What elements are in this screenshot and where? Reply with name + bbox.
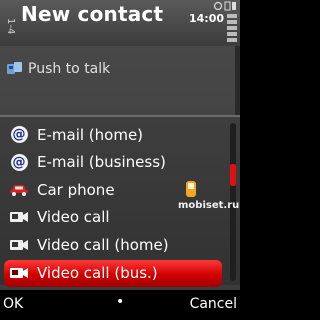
list-item-label: Video call (bus.) [37,264,158,283]
list-item-label: E-mail (home) [37,125,144,144]
video-call-icon [10,268,28,279]
list-item-label: Video call (home) [37,235,169,254]
list-item-video-call-business[interactable]: Video call (bus.) [4,259,222,287]
background-scrollbar[interactable] [235,46,240,116]
video-call-icon [10,212,28,223]
list-item-label: Video call [37,208,110,227]
email-icon: @ [10,153,28,171]
list-item-email-business[interactable]: @ E-mail (business) [0,149,226,177]
email-icon: @ [10,126,28,144]
middle-softkey[interactable]: • [116,294,124,310]
watermark-text: mobiset.ru [178,200,240,211]
side-label: 1-4 [5,18,16,35]
list-item-label: Car phone [37,180,115,199]
cancel-softkey[interactable]: Cancel [190,296,237,312]
push-to-talk-icon [6,61,24,77]
video-call-icon [10,239,28,250]
car-icon [10,184,28,196]
clock: 14:00 [188,12,224,25]
scrollbar-thumb[interactable] [230,164,236,186]
watermark-logo-icon [186,181,196,197]
ok-softkey[interactable]: OK [3,296,23,312]
page-title: New contact [21,2,164,26]
list-item-label: E-mail (business) [37,153,166,172]
softkey-bar: OK • Cancel [0,290,240,320]
list-item-email-home[interactable]: @ E-mail (home) [0,121,226,149]
alarm-icon [213,1,236,11]
form-field-label: Push to talk [28,61,111,77]
battery-indicator [227,14,237,44]
list-item-video-call-home[interactable]: Video call (home) [0,231,226,259]
title-bar: 1-4 New contact 14:00 [0,0,240,46]
form-field-push-to-talk[interactable]: Push to talk [6,58,110,80]
